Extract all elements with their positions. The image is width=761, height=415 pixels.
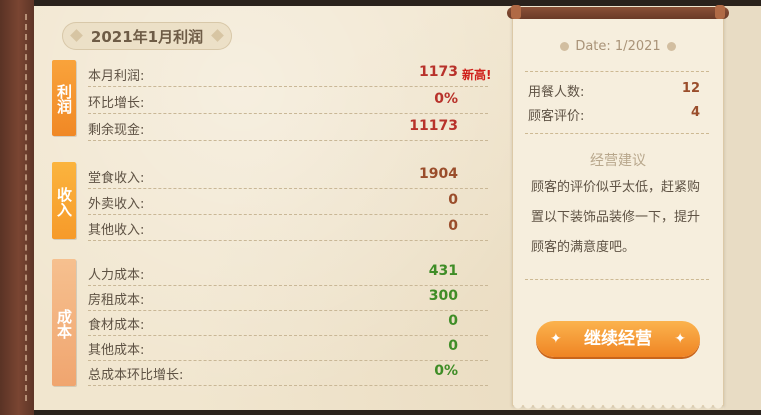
income-section-tag: 收入 bbox=[52, 162, 76, 239]
report-title: 2021年1月利润 bbox=[90, 28, 204, 46]
divider bbox=[525, 279, 709, 280]
sparkle-icon: ✦ bbox=[550, 331, 562, 347]
row-other-income: 其他收入: 0 bbox=[88, 216, 488, 241]
row-remaining-cash: 剩余现金: 11173 bbox=[88, 116, 488, 141]
row-value: 0 bbox=[448, 218, 458, 234]
row-label: 堂食收入: bbox=[88, 171, 145, 186]
ledger-book: 2021年1月利润 利润 收入 成本 本月利润: 1173 新高! 环比增长: … bbox=[0, 0, 761, 415]
report-title-banner: 2021年1月利润 bbox=[62, 22, 232, 50]
row-label: 本月利润: bbox=[88, 69, 145, 84]
row-label: 房租成本: bbox=[88, 293, 145, 308]
row-value: 0 bbox=[448, 192, 458, 208]
row-mom-growth: 环比增长: 0% bbox=[88, 89, 488, 114]
row-ingredient-cost: 食材成本: 0 bbox=[88, 311, 488, 336]
profit-section-tag: 利润 bbox=[52, 60, 76, 136]
row-value: 1904 bbox=[419, 166, 458, 182]
cost-section-tag: 成本 bbox=[52, 259, 76, 386]
row-other-cost: 其他成本: 0 bbox=[88, 336, 488, 361]
scroll-pin-right bbox=[715, 5, 725, 19]
divider bbox=[525, 71, 709, 72]
diners-value: 12 bbox=[681, 81, 700, 96]
row-dine-in-income: 堂食收入: 1904 bbox=[88, 164, 488, 189]
row-label: 其他收入: bbox=[88, 223, 145, 238]
diners-row: 用餐人数: 12 bbox=[528, 79, 706, 101]
new-high-badge: 新高! bbox=[462, 68, 492, 82]
row-delivery-income: 外卖收入: 0 bbox=[88, 190, 488, 215]
row-value: 0% bbox=[434, 363, 458, 379]
summary-scroll: Date: 1/2021 用餐人数: 12 顾客评价: 4 经营建议 顾客的评价… bbox=[507, 5, 729, 412]
scroll-top-rod bbox=[507, 7, 729, 19]
row-value: 1173 bbox=[419, 64, 458, 80]
date-line: Date: 1/2021 bbox=[513, 39, 723, 54]
advice-title: 经营建议 bbox=[590, 153, 646, 169]
rating-label: 顾客评价: bbox=[528, 109, 585, 124]
row-value: 11173 bbox=[409, 118, 458, 134]
continue-business-button[interactable]: ✦ 继续经营 ✦ bbox=[536, 321, 700, 357]
continue-button-label: 继续经营 bbox=[584, 329, 652, 349]
flower-icon bbox=[560, 42, 570, 51]
divider bbox=[525, 133, 709, 134]
row-value: 0% bbox=[434, 91, 458, 107]
row-label: 剩余现金: bbox=[88, 123, 145, 138]
row-total-cost-growth: 总成本环比增长: 0% bbox=[88, 361, 488, 386]
flower-icon bbox=[666, 42, 676, 51]
row-label: 人力成本: bbox=[88, 268, 145, 283]
rating-value: 4 bbox=[690, 105, 700, 120]
row-labor-cost: 人力成本: 431 bbox=[88, 261, 488, 286]
row-value: 0 bbox=[448, 313, 458, 329]
row-value: 300 bbox=[428, 288, 458, 304]
row-label: 外卖收入: bbox=[88, 197, 145, 212]
row-rent-cost: 房租成本: 300 bbox=[88, 286, 488, 311]
row-label: 其他成本: bbox=[88, 343, 145, 358]
rating-row: 顾客评价: 4 bbox=[528, 103, 706, 125]
advice-text: 顾客的评价似乎太低，赶紧购置以下装饰品装修一下，提升顾客的满意度吧。 bbox=[531, 180, 701, 255]
scroll-pin-left bbox=[511, 5, 521, 19]
book-spine bbox=[0, 0, 34, 415]
sparkle-icon: ✦ bbox=[674, 331, 686, 347]
row-label: 食材成本: bbox=[88, 318, 145, 333]
row-value: 0 bbox=[448, 338, 458, 354]
row-label: 环比增长: bbox=[88, 96, 145, 111]
spine-stitch bbox=[25, 14, 27, 401]
row-value: 431 bbox=[428, 263, 458, 279]
diners-label: 用餐人数: bbox=[528, 85, 585, 100]
date-text: Date: 1/2021 bbox=[575, 39, 661, 54]
page-edge bbox=[724, 6, 761, 410]
scroll-bottom-edge bbox=[513, 404, 723, 412]
row-monthly-profit: 本月利润: 1173 bbox=[88, 62, 488, 87]
row-label: 总成本环比增长: bbox=[88, 368, 184, 383]
